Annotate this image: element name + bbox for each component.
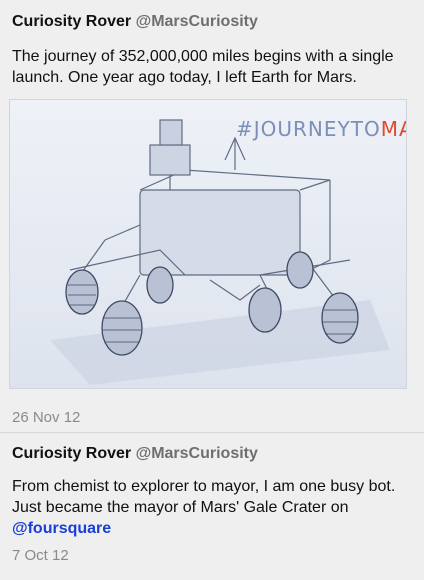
- hashtag-accent: MARS: [381, 117, 407, 141]
- tweet-text: From chemist to explorer to mayor, I am …: [12, 476, 412, 539]
- tweet-date[interactable]: 26 Nov 12: [12, 409, 80, 426]
- tweet-body: From chemist to explorer to mayor, I am …: [12, 478, 396, 516]
- author-handle[interactable]: @MarsCuriosity: [136, 445, 258, 462]
- rover-sketch-image: #JOURNEYTOMARS: [10, 100, 407, 388]
- hashtag-prefix: #JOURNEYTO: [236, 117, 381, 141]
- author-handle[interactable]: @MarsCuriosity: [136, 13, 258, 30]
- tweet-header: Curiosity Rover @MarsCuriosity: [12, 12, 258, 32]
- author-name[interactable]: Curiosity Rover: [12, 13, 131, 30]
- mention-link[interactable]: @foursquare: [12, 520, 111, 537]
- svg-text:#JOURNEYTOMARS: #JOURNEYTOMARS: [236, 117, 407, 141]
- tweet-photo[interactable]: #JOURNEYTOMARS: [9, 99, 407, 389]
- tweet-text: The journey of 352,000,000 miles begins …: [12, 48, 394, 86]
- tweet-divider: [0, 432, 424, 433]
- tweet-header: Curiosity Rover @MarsCuriosity: [12, 444, 258, 464]
- author-name[interactable]: Curiosity Rover: [12, 445, 131, 462]
- tweet-date[interactable]: 7 Oct 12: [12, 547, 69, 564]
